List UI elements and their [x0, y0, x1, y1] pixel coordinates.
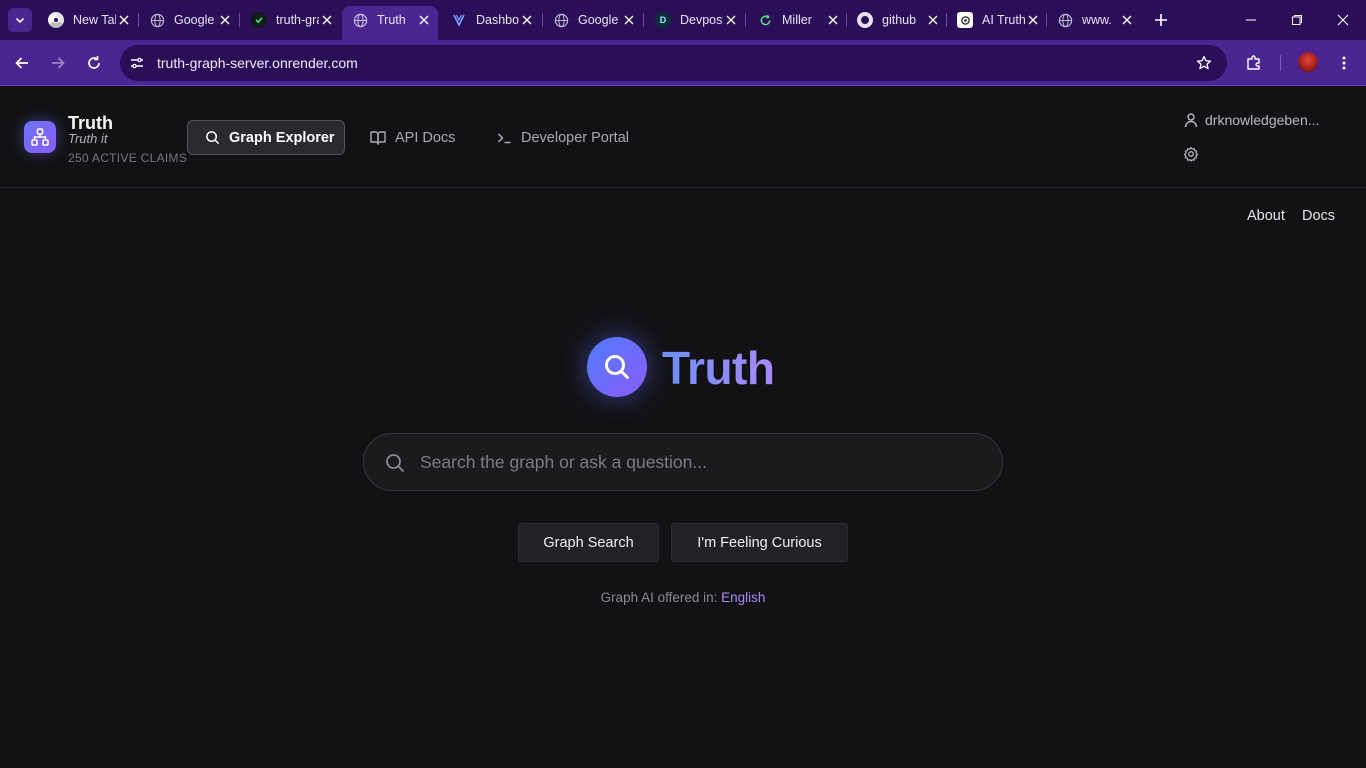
refresh-icon: [757, 12, 773, 28]
hero-title: Truth: [662, 342, 775, 394]
more-vertical-icon: [1342, 56, 1346, 70]
nav-graph-explorer-label: Graph Explorer: [229, 129, 335, 146]
hero-logo: [587, 337, 647, 397]
chevron-down-icon: [15, 17, 25, 24]
language-link-english[interactable]: English: [721, 590, 765, 605]
back-button[interactable]: [8, 49, 36, 77]
browser-toolbar: truth-graph-server.onrender.com: [0, 40, 1366, 86]
browser-tab[interactable]: New Tab: [38, 6, 138, 34]
language-offer-label: Graph AI offered in:: [600, 590, 718, 605]
new-tab-button[interactable]: [1149, 8, 1173, 32]
plus-icon: [1155, 14, 1167, 26]
check-icon: [251, 12, 267, 28]
brand-tagline: Truth it: [68, 131, 108, 146]
close-tab-icon[interactable]: [825, 12, 841, 28]
arrow-right-icon: [52, 57, 65, 69]
toolbar-separator: [1280, 55, 1281, 71]
book-icon: [370, 130, 386, 145]
graph-search-button[interactable]: Graph Search: [518, 523, 659, 562]
restore-icon: [1292, 15, 1302, 25]
browser-tab[interactable]: truth-graph: [241, 6, 341, 34]
brand-logo[interactable]: [24, 121, 56, 153]
globe-icon: [149, 12, 165, 28]
network-graph-icon: [31, 128, 49, 146]
profile-avatar[interactable]: [1298, 52, 1318, 72]
tab-separator: [745, 13, 746, 27]
browser-menu-button[interactable]: [1330, 49, 1358, 77]
search-icon: [605, 355, 629, 379]
close-icon: [1337, 14, 1349, 26]
close-tab-icon[interactable]: [519, 12, 535, 28]
search-icon: [385, 453, 405, 473]
arrow-left-icon: [15, 57, 28, 69]
close-tab-icon[interactable]: [116, 12, 132, 28]
nav-api-docs[interactable]: API Docs: [370, 120, 455, 155]
gear-icon[interactable]: [1183, 146, 1199, 162]
search-icon: [205, 130, 220, 145]
tab-separator: [643, 13, 644, 27]
reload-button[interactable]: [80, 49, 108, 77]
close-tab-icon[interactable]: [1025, 12, 1041, 28]
close-tab-icon[interactable]: [319, 12, 335, 28]
extensions-button[interactable]: [1240, 49, 1268, 77]
feeling-curious-button[interactable]: I'm Feeling Curious: [671, 523, 848, 562]
browser-tab[interactable]: Miller: [747, 6, 847, 34]
close-tab-icon[interactable]: [416, 12, 432, 28]
tab-separator: [239, 13, 240, 27]
docs-link[interactable]: Docs: [1302, 208, 1335, 224]
restore-button[interactable]: [1274, 0, 1320, 40]
close-tab-icon[interactable]: [723, 12, 739, 28]
site-settings-icon[interactable]: [129, 55, 145, 71]
browser-tab-active[interactable]: Truth: [342, 6, 438, 40]
puzzle-icon: [1247, 55, 1260, 70]
layers-icon: [451, 12, 467, 28]
nav-api-docs-label: API Docs: [395, 129, 456, 146]
close-tab-icon[interactable]: [1119, 12, 1135, 28]
address-bar[interactable]: truth-graph-server.onrender.com: [120, 45, 1227, 81]
reload-icon: [88, 56, 100, 69]
browser-tab[interactable]: github: [847, 6, 947, 34]
language-offer: Graph AI offered in: English: [0, 590, 1366, 605]
forward-button[interactable]: [44, 49, 72, 77]
url-text[interactable]: truth-graph-server.onrender.com: [157, 55, 358, 71]
close-tab-icon[interactable]: [925, 12, 941, 28]
app-header: Truth Truth it 250 ACTIVE CLAIMS Graph E…: [0, 87, 1366, 188]
browser-tab[interactable]: D Devpost: [645, 6, 745, 34]
about-link[interactable]: About: [1247, 208, 1285, 224]
close-tab-icon[interactable]: [217, 12, 233, 28]
close-window-button[interactable]: [1320, 0, 1366, 40]
nav-developer-portal[interactable]: Developer Portal: [497, 120, 629, 155]
browser-tab[interactable]: www.: [1047, 6, 1141, 34]
tab-search-button[interactable]: [8, 8, 32, 32]
nav-developer-portal-label: Developer Portal: [521, 129, 629, 146]
user-icon: [1183, 112, 1199, 128]
globe-icon: [1057, 12, 1073, 28]
browser-tab[interactable]: Dashboard: [441, 6, 541, 34]
chrome-icon: [48, 12, 64, 28]
github-icon: [857, 12, 873, 28]
openai-icon: [957, 12, 973, 28]
minimize-button[interactable]: [1228, 0, 1274, 40]
graph-search-box[interactable]: [363, 433, 1003, 491]
globe-icon: [553, 12, 569, 28]
browser-tab[interactable]: Google: [543, 6, 643, 34]
globe-icon: [352, 12, 368, 28]
minimize-icon: [1246, 19, 1256, 21]
terminal-icon: [497, 131, 512, 145]
active-claims-count: 250 ACTIVE CLAIMS: [68, 151, 188, 165]
graph-search-input[interactable]: [420, 434, 980, 490]
browser-tab[interactable]: Google: [139, 6, 239, 34]
bookmark-star-icon[interactable]: [1196, 55, 1212, 71]
browser-tabstrip: New Tab Google truth-graph Truth Dashboa…: [0, 0, 1366, 40]
nav-graph-explorer[interactable]: Graph Explorer: [187, 120, 345, 155]
d-icon: D: [655, 12, 671, 28]
close-tab-icon[interactable]: [621, 12, 637, 28]
browser-tab[interactable]: AI Truth: [947, 6, 1047, 34]
user-name[interactable]: drknowledgeben...: [1205, 112, 1319, 128]
